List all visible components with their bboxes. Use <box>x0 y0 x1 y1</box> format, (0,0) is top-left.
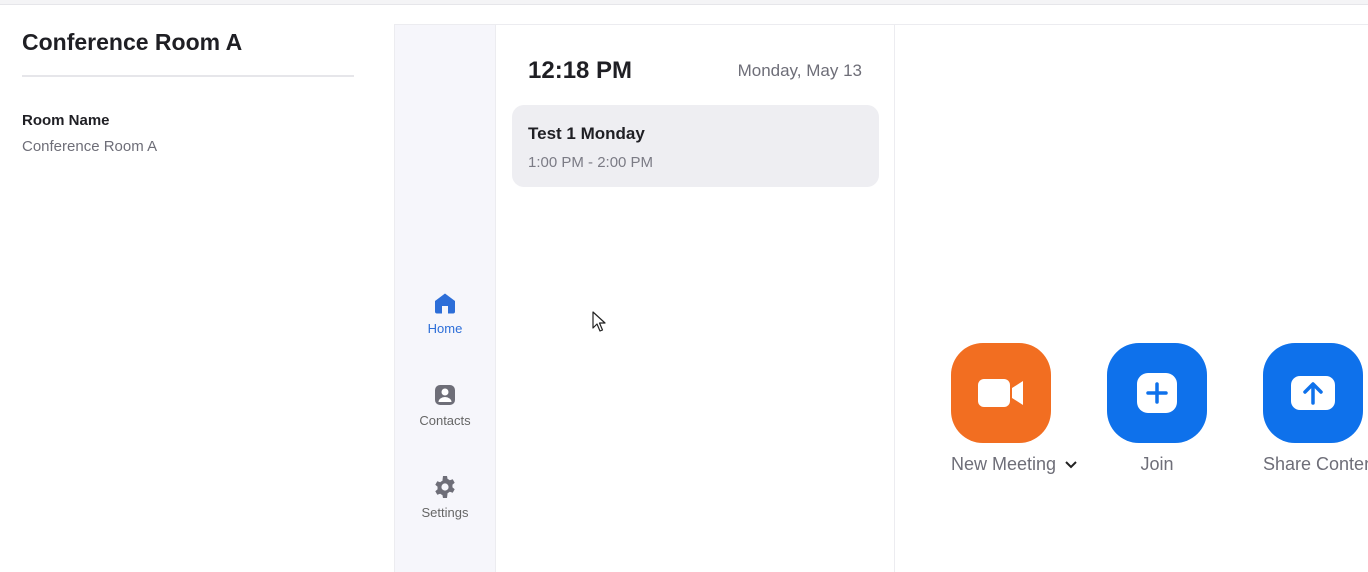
sidebar-item-label: Contacts <box>419 413 471 428</box>
page-title: Conference Room A <box>22 29 243 55</box>
new-meeting-button[interactable]: New Meeting <box>951 343 1077 475</box>
gear-icon <box>435 476 455 498</box>
chevron-down-icon[interactable] <box>1064 460 1078 470</box>
plus-icon <box>1137 373 1177 413</box>
sidebar-nav: Home Contacts Settings <box>395 25 496 572</box>
divider <box>22 75 354 77</box>
new-meeting-label: New Meeting <box>951 454 1077 475</box>
room-name-label: Room Name <box>22 112 110 129</box>
room-info-panel: Conference Room A Room Name Conference R… <box>22 28 354 155</box>
join-tile[interactable] <box>1107 343 1207 443</box>
share-content-label: Share Content <box>1263 454 1368 474</box>
join-label: Join <box>1140 454 1174 474</box>
sidebar-item-settings[interactable]: Settings <box>395 475 495 520</box>
meeting-time: 1:00 PM - 2:00 PM <box>528 154 654 171</box>
sidebar-item-home[interactable]: Home <box>395 291 495 336</box>
sidebar-item-contacts[interactable]: Contacts <box>395 383 495 428</box>
device-preview: Home Contacts Settings 12:18 PM Monday, … <box>394 24 1368 572</box>
share-content-tile[interactable] <box>1263 343 1363 443</box>
join-button[interactable]: Join <box>1107 343 1207 475</box>
new-meeting-tile[interactable] <box>951 343 1051 443</box>
room-name-value: Conference Room A <box>22 138 158 155</box>
video-camera-icon <box>978 379 1023 407</box>
mouse-cursor-icon <box>592 311 606 332</box>
contacts-icon <box>435 385 455 405</box>
share-content-button[interactable]: Share Content <box>1263 343 1368 475</box>
current-time: 12:18 PM <box>528 57 633 84</box>
home-icon <box>435 293 455 314</box>
meeting-card[interactable]: Test 1 Monday 1:00 PM - 2:00 PM <box>512 105 879 187</box>
top-border <box>0 0 1368 5</box>
meeting-title: Test 1 Monday <box>528 124 645 143</box>
current-date: Monday, May 13 <box>737 61 862 80</box>
sidebar-item-label: Settings <box>421 505 469 520</box>
schedule-panel: 12:18 PM Monday, May 13 Test 1 Monday 1:… <box>496 25 895 572</box>
upload-arrow-icon <box>1291 376 1335 410</box>
sidebar-item-label: Home <box>427 321 463 336</box>
